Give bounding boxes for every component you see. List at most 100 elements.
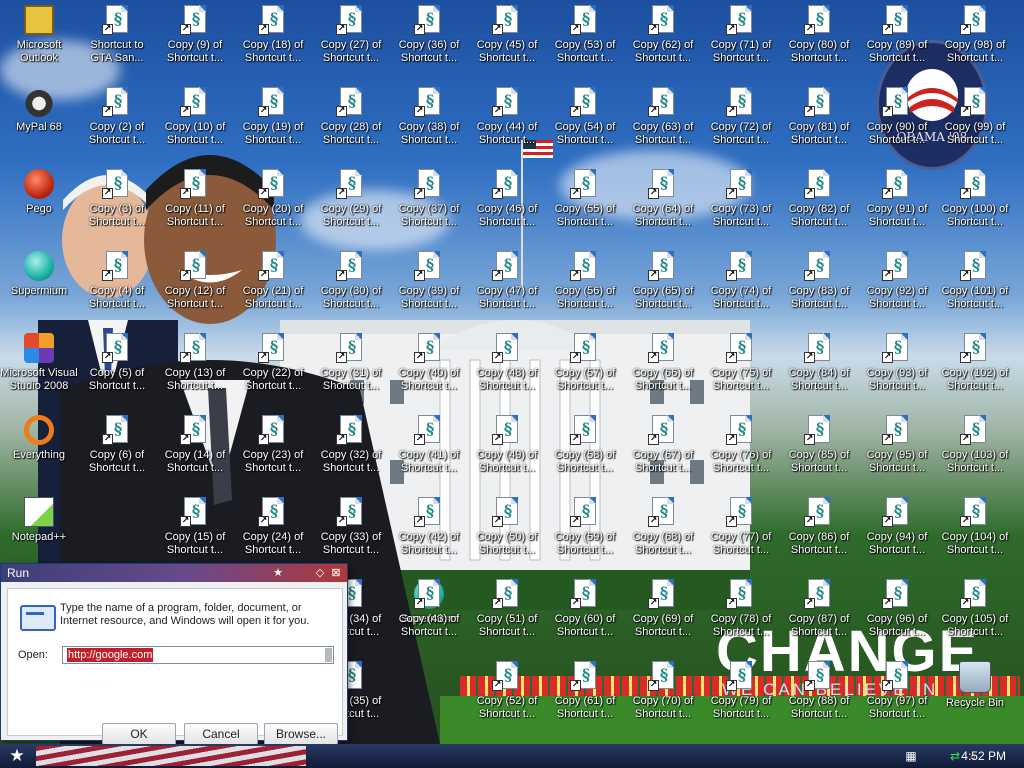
desktop-shortcut[interactable]: § ↗ Copy (105) of Shortcut t... — [936, 576, 1014, 650]
desktop-shortcut[interactable]: § ↗ Copy (92) of Shortcut t... — [858, 248, 936, 322]
cancel-button[interactable]: Cancel — [184, 723, 258, 745]
run-dialog[interactable]: Run ★ ◇ ⊠ Type the name of a program, fo… — [0, 563, 348, 745]
desktop-shortcut[interactable]: § ↗ Copy (78) of Shortcut t... — [702, 576, 780, 650]
browse-button[interactable]: Browse... — [264, 723, 338, 745]
desktop-shortcut[interactable]: § ↗ Copy (23) of Shortcut t... — [234, 412, 312, 486]
desktop-icon-pego[interactable]: Pego — [0, 166, 78, 240]
desktop-shortcut[interactable]: § ↗ Copy (99) of Shortcut t... — [936, 84, 1014, 158]
clock[interactable]: 4:52 PM — [961, 744, 1006, 768]
desktop-shortcut[interactable]: § ↗ Copy (44) of Shortcut t... — [468, 84, 546, 158]
desktop-shortcut[interactable]: § ↗ Copy (39) of Shortcut t... — [390, 248, 468, 322]
desktop-shortcut[interactable]: § ↗ Copy (84) of Shortcut t... — [780, 330, 858, 404]
desktop-shortcut[interactable]: § ↗ Copy (46) of Shortcut t... — [468, 166, 546, 240]
desktop-shortcut[interactable]: § ↗ Copy (10) of Shortcut t... — [156, 84, 234, 158]
desktop-shortcut[interactable]: § ↗ Copy (51) of Shortcut t... — [468, 576, 546, 650]
desktop-shortcut[interactable]: § ↗ Copy (5) of Shortcut t... — [78, 330, 156, 404]
desktop-shortcut[interactable]: § ↗ Copy (47) of Shortcut t... — [468, 248, 546, 322]
start-button[interactable]: ★ — [6, 746, 28, 766]
desktop-shortcut[interactable]: § ↗ Copy (103) of Shortcut t... — [936, 412, 1014, 486]
desktop-shortcut[interactable]: § ↗ Copy (55) of Shortcut t... — [546, 166, 624, 240]
desktop-shortcut[interactable]: § ↗ Copy (76) of Shortcut t... — [702, 412, 780, 486]
star-icon[interactable]: ★ — [271, 566, 285, 580]
desktop-shortcut[interactable]: § ↗ Copy (30) of Shortcut t... — [312, 248, 390, 322]
desktop-shortcut[interactable]: § ↗ Copy (62) of Shortcut t... — [624, 2, 702, 76]
desktop-shortcut[interactable]: § ↗ Copy (56) of Shortcut t... — [546, 248, 624, 322]
desktop-shortcut[interactable]: § ↗ Copy (36) of Shortcut t... — [390, 2, 468, 76]
desktop-shortcut[interactable]: § ↗ Copy (96) of Shortcut t... — [858, 576, 936, 650]
desktop-shortcut[interactable]: § ↗ Copy (93) of Shortcut t... — [858, 330, 936, 404]
ok-button[interactable]: OK — [102, 723, 176, 745]
desktop-shortcut[interactable]: § ↗ Copy (20) of Shortcut t... — [234, 166, 312, 240]
desktop-shortcut[interactable]: § ↗ Copy (71) of Shortcut t... — [702, 2, 780, 76]
desktop-shortcut[interactable]: § ↗ Copy (40) of Shortcut t... — [390, 330, 468, 404]
close-icon[interactable]: ⊠ — [329, 566, 343, 580]
desktop-shortcut[interactable]: § ↗ Shortcut to GTA San... — [78, 2, 156, 76]
desktop-shortcut[interactable]: § ↗ Copy (94) of Shortcut t... — [858, 494, 936, 568]
desktop-shortcut[interactable]: § ↗ Copy (83) of Shortcut t... — [780, 248, 858, 322]
desktop-shortcut[interactable]: § ↗ Copy (50) of Shortcut t... — [468, 494, 546, 568]
desktop-shortcut[interactable]: § ↗ Copy (2) of Shortcut t... — [78, 84, 156, 158]
open-input-value[interactable]: http://google.com — [67, 648, 154, 662]
run-dialog-titlebar[interactable]: Run ★ ◇ ⊠ — [1, 564, 347, 582]
desktop-icon-recycle-bin[interactable]: Recycle Bin — [936, 658, 1014, 732]
desktop-shortcut[interactable]: § ↗ Copy (87) of Shortcut t... — [780, 576, 858, 650]
desktop-shortcut[interactable]: § ↗ Copy (75) of Shortcut t... — [702, 330, 780, 404]
desktop-icon-supermium[interactable]: Supermium — [0, 248, 78, 322]
desktop-icon-visual-studio[interactable]: Microsoft Visual Studio 2008 — [0, 330, 78, 404]
desktop-shortcut[interactable]: § ↗ Copy (3) of Shortcut t... — [78, 166, 156, 240]
desktop-shortcut[interactable]: § ↗ Copy (9) of Shortcut t... — [156, 2, 234, 76]
desktop-shortcut[interactable]: § ↗ Copy (22) of Shortcut t... — [234, 330, 312, 404]
desktop-shortcut[interactable]: § ↗ Copy (43) of Shortcut t... — [390, 576, 468, 650]
desktop-shortcut[interactable]: § ↗ Copy (77) of Shortcut t... — [702, 494, 780, 568]
desktop-shortcut[interactable]: § ↗ Copy (82) of Shortcut t... — [780, 166, 858, 240]
desktop-shortcut[interactable]: § ↗ Copy (90) of Shortcut t... — [858, 84, 936, 158]
desktop-shortcut[interactable]: § ↗ Copy (12) of Shortcut t... — [156, 248, 234, 322]
desktop-shortcut[interactable]: § ↗ Copy (57) of Shortcut t... — [546, 330, 624, 404]
desktop-shortcut[interactable]: § ↗ Copy (85) of Shortcut t... — [780, 412, 858, 486]
desktop-shortcut[interactable]: § ↗ Copy (80) of Shortcut t... — [780, 2, 858, 76]
desktop-shortcut[interactable]: § ↗ Copy (19) of Shortcut t... — [234, 84, 312, 158]
keyboard-icon[interactable]: ▦ — [904, 749, 918, 763]
open-input[interactable]: http://google.com — [62, 646, 334, 664]
desktop-shortcut[interactable]: § ↗ Copy (38) of Shortcut t... — [390, 84, 468, 158]
desktop-shortcut[interactable]: § ↗ Copy (24) of Shortcut t... — [234, 494, 312, 568]
desktop-shortcut[interactable]: § ↗ Copy (67) of Shortcut t... — [624, 412, 702, 486]
desktop-shortcut[interactable]: § ↗ Copy (95) of Shortcut t... — [858, 412, 936, 486]
desktop-shortcut[interactable]: § ↗ Copy (18) of Shortcut t... — [234, 2, 312, 76]
desktop-icon-mypal[interactable]: MyPal 68 — [0, 84, 78, 158]
desktop-shortcut[interactable]: § ↗ Copy (4) of Shortcut t... — [78, 248, 156, 322]
desktop-shortcut[interactable]: § ↗ Copy (89) of Shortcut t... — [858, 2, 936, 76]
desktop-shortcut[interactable]: § ↗ Copy (79) of Shortcut t... — [702, 658, 780, 732]
desktop-shortcut[interactable]: § ↗ Copy (28) of Shortcut t... — [312, 84, 390, 158]
desktop-shortcut[interactable]: § ↗ Copy (102) of Shortcut t... — [936, 330, 1014, 404]
desktop-shortcut[interactable]: § ↗ Copy (63) of Shortcut t... — [624, 84, 702, 158]
desktop-shortcut[interactable]: § ↗ Copy (21) of Shortcut t... — [234, 248, 312, 322]
desktop-shortcut[interactable]: § ↗ Copy (53) of Shortcut t... — [546, 2, 624, 76]
desktop-shortcut[interactable]: § ↗ Copy (74) of Shortcut t... — [702, 248, 780, 322]
desktop-shortcut[interactable]: § ↗ Copy (48) of Shortcut t... — [468, 330, 546, 404]
desktop-icon-outlook[interactable]: Microsoft Outlook — [0, 2, 78, 76]
desktop-icon-everything[interactable]: Everything — [0, 412, 78, 486]
dropdown-arrow-icon[interactable] — [325, 648, 332, 662]
network-icon[interactable]: ⇄ — [948, 749, 962, 763]
desktop-shortcut[interactable]: § ↗ Copy (104) of Shortcut t... — [936, 494, 1014, 568]
desktop-shortcut[interactable]: § ↗ Copy (42) of Shortcut t... — [390, 494, 468, 568]
desktop-shortcut[interactable]: § ↗ Copy (65) of Shortcut t... — [624, 248, 702, 322]
desktop-shortcut[interactable]: § ↗ Copy (33) of Shortcut t... — [312, 494, 390, 568]
desktop-shortcut[interactable]: § ↗ Copy (98) of Shortcut t... — [936, 2, 1014, 76]
desktop-shortcut[interactable]: § ↗ Copy (37) of Shortcut t... — [390, 166, 468, 240]
desktop-shortcut[interactable]: § ↗ Copy (86) of Shortcut t... — [780, 494, 858, 568]
desktop-icon-notepadpp[interactable]: Notepad++ — [0, 494, 78, 568]
desktop-shortcut[interactable]: § ↗ Copy (66) of Shortcut t... — [624, 330, 702, 404]
desktop-shortcut[interactable]: § ↗ Copy (70) of Shortcut t... — [624, 658, 702, 732]
desktop-shortcut[interactable]: § ↗ Copy (64) of Shortcut t... — [624, 166, 702, 240]
desktop-shortcut[interactable]: § ↗ Copy (13) of Shortcut t... — [156, 330, 234, 404]
desktop-shortcut[interactable]: § ↗ Copy (100) of Shortcut t... — [936, 166, 1014, 240]
desktop-shortcut[interactable]: § ↗ Copy (6) of Shortcut t... — [78, 412, 156, 486]
desktop-shortcut[interactable]: § ↗ Copy (58) of Shortcut t... — [546, 412, 624, 486]
desktop-shortcut[interactable]: § ↗ Copy (69) of Shortcut t... — [624, 576, 702, 650]
desktop-shortcut[interactable]: § ↗ Copy (60) of Shortcut t... — [546, 576, 624, 650]
desktop-shortcut[interactable]: § ↗ Copy (97) of Shortcut t... — [858, 658, 936, 732]
desktop-shortcut[interactable]: § ↗ Copy (91) of Shortcut t... — [858, 166, 936, 240]
desktop-shortcut[interactable]: § ↗ Copy (14) of Shortcut t... — [156, 412, 234, 486]
